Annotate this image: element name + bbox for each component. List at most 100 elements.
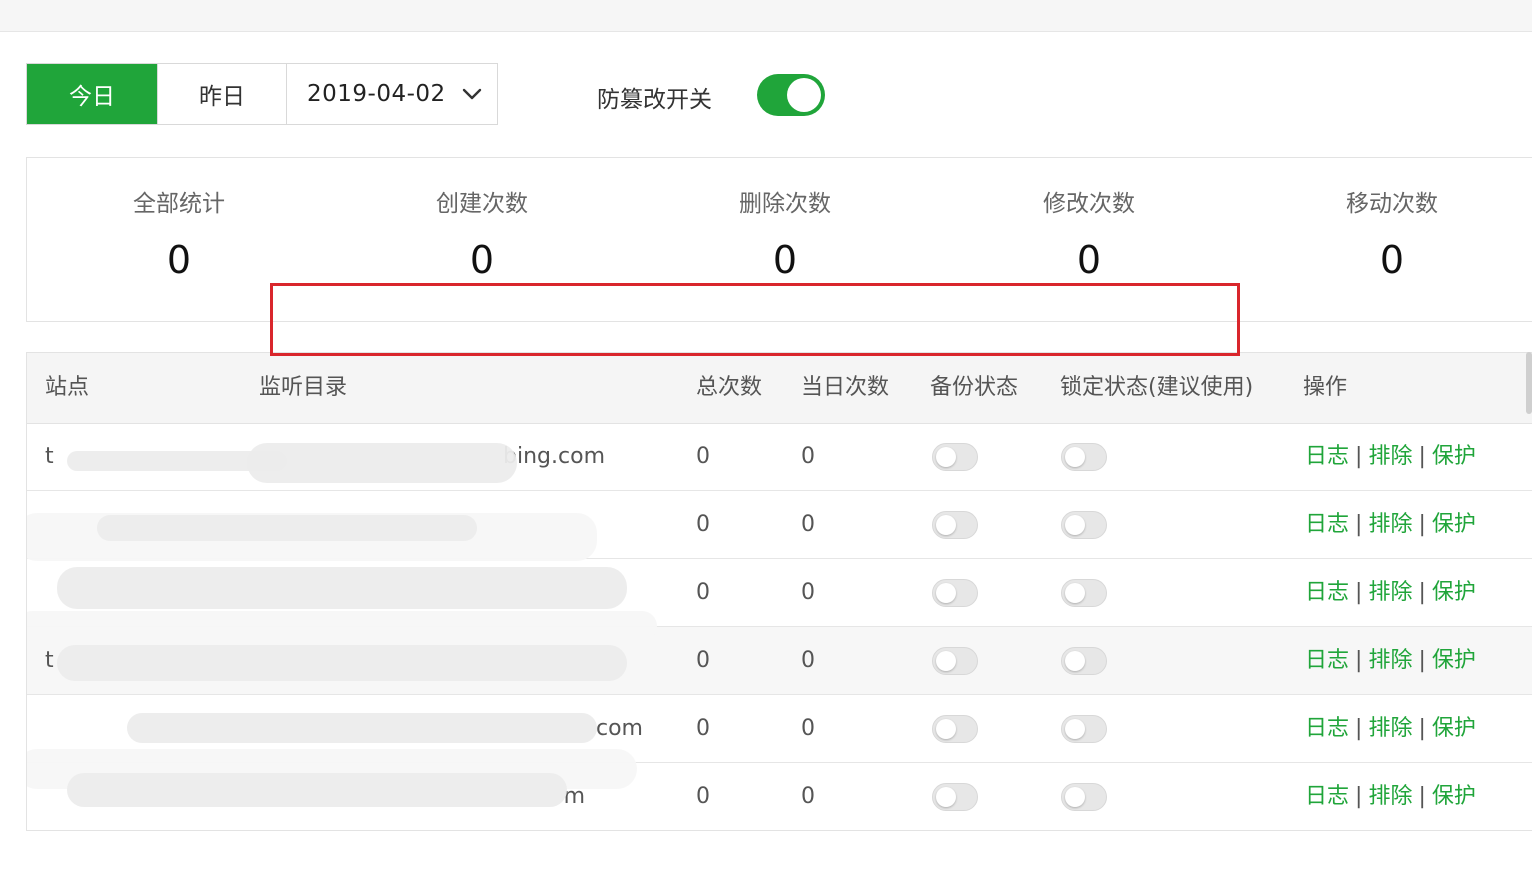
today-cell: 0 bbox=[801, 648, 815, 673]
backup-toggle[interactable] bbox=[932, 783, 978, 811]
row-actions: 日志 | 排除 | 保护 bbox=[1305, 763, 1476, 830]
th-site: 站点 bbox=[45, 375, 90, 400]
stat-delete: 删除次数 0 bbox=[635, 158, 935, 282]
separator: | bbox=[1355, 444, 1363, 469]
table-scrollbar[interactable] bbox=[1526, 352, 1532, 414]
redaction-mark bbox=[57, 567, 627, 609]
redaction-mark bbox=[127, 713, 597, 743]
lock-toggle[interactable] bbox=[1061, 443, 1107, 471]
highlight-box bbox=[270, 283, 1240, 356]
toggle-knob bbox=[936, 515, 956, 535]
stat-value: 0 bbox=[772, 238, 798, 282]
stat-total: 全部统计 0 bbox=[29, 158, 329, 282]
tamper-switch-label: 防篡改开关 bbox=[597, 87, 712, 113]
backup-toggle[interactable] bbox=[932, 579, 978, 607]
today-cell: 0 bbox=[801, 444, 815, 469]
date-picker[interactable]: 2019-04-02 bbox=[287, 64, 497, 124]
backup-toggle[interactable] bbox=[932, 511, 978, 539]
today-button[interactable]: 今日 bbox=[27, 64, 157, 124]
redaction-mark bbox=[97, 515, 477, 541]
backup-toggle[interactable] bbox=[932, 647, 978, 675]
row-actions: 日志 | 排除 | 保护 bbox=[1305, 423, 1476, 490]
backup-toggle[interactable] bbox=[932, 715, 978, 743]
today-cell: 0 bbox=[801, 512, 815, 537]
stat-modify: 修改次数 0 bbox=[939, 158, 1239, 282]
protect-link[interactable]: 保护 bbox=[1432, 716, 1476, 741]
protection-table: 站点 监听目录 总次数 当日次数 备份状态 锁定状态(建议使用) 操作 t bi… bbox=[26, 352, 1532, 831]
stat-value: 0 bbox=[1379, 238, 1405, 282]
log-link[interactable]: 日志 bbox=[1305, 444, 1349, 469]
stat-create: 创建次数 0 bbox=[332, 158, 632, 282]
log-link[interactable]: 日志 bbox=[1305, 716, 1349, 741]
date-value: 2019-04-02 bbox=[307, 81, 446, 107]
th-lock: 锁定状态(建议使用) bbox=[1060, 375, 1254, 400]
toggle-knob bbox=[1065, 787, 1085, 807]
log-link[interactable]: 日志 bbox=[1305, 512, 1349, 537]
exclude-link[interactable]: 排除 bbox=[1368, 716, 1412, 741]
protect-link[interactable]: 保护 bbox=[1432, 784, 1476, 809]
total-cell: 0 bbox=[696, 580, 710, 605]
stat-value: 0 bbox=[469, 238, 495, 282]
stat-value: 0 bbox=[1076, 238, 1102, 282]
exclude-link[interactable]: 排除 bbox=[1368, 580, 1412, 605]
today-cell: 0 bbox=[801, 580, 815, 605]
toggle-knob bbox=[936, 651, 956, 671]
row-actions: 日志 | 排除 | 保护 bbox=[1305, 491, 1476, 558]
switch-knob bbox=[787, 78, 821, 112]
toggle-knob bbox=[1065, 651, 1085, 671]
protect-link[interactable]: 保护 bbox=[1432, 444, 1476, 469]
log-link[interactable]: 日志 bbox=[1305, 648, 1349, 673]
toggle-knob bbox=[1065, 583, 1085, 603]
protect-link[interactable]: 保护 bbox=[1432, 512, 1476, 537]
row-actions: 日志 | 排除 | 保护 bbox=[1305, 695, 1476, 762]
total-cell: 0 bbox=[696, 716, 710, 741]
toggle-knob bbox=[936, 719, 956, 739]
log-link[interactable]: 日志 bbox=[1305, 784, 1349, 809]
redaction-mark bbox=[57, 645, 627, 681]
exclude-link[interactable]: 排除 bbox=[1368, 784, 1412, 809]
stat-value: 0 bbox=[166, 238, 192, 282]
today-cell: 0 bbox=[801, 784, 815, 809]
separator: | bbox=[1355, 580, 1363, 605]
redaction-mark bbox=[27, 611, 657, 641]
table-header: 站点 监听目录 总次数 当日次数 备份状态 锁定状态(建议使用) 操作 bbox=[27, 353, 1532, 424]
lock-toggle[interactable] bbox=[1061, 511, 1107, 539]
stat-label: 移动次数 bbox=[1346, 191, 1438, 217]
exclude-link[interactable]: 排除 bbox=[1368, 512, 1412, 537]
separator: | bbox=[1355, 716, 1363, 741]
redaction-mark bbox=[67, 773, 567, 807]
exclude-link[interactable]: 排除 bbox=[1368, 444, 1412, 469]
total-cell: 0 bbox=[696, 444, 710, 469]
toggle-knob bbox=[936, 583, 956, 603]
protect-link[interactable]: 保护 bbox=[1432, 648, 1476, 673]
toggle-knob bbox=[1065, 447, 1085, 467]
backup-toggle[interactable] bbox=[932, 443, 978, 471]
exclude-link[interactable]: 排除 bbox=[1368, 648, 1412, 673]
toggle-knob bbox=[936, 447, 956, 467]
separator: | bbox=[1355, 784, 1363, 809]
separator: | bbox=[1355, 648, 1363, 673]
separator: | bbox=[1418, 716, 1426, 741]
row-actions: 日志 | 排除 | 保护 bbox=[1305, 559, 1476, 626]
lock-toggle[interactable] bbox=[1061, 783, 1107, 811]
chevron-down-icon bbox=[462, 88, 481, 100]
lock-toggle[interactable] bbox=[1061, 579, 1107, 607]
total-cell: 0 bbox=[696, 512, 710, 537]
lock-toggle[interactable] bbox=[1061, 715, 1107, 743]
separator: | bbox=[1418, 512, 1426, 537]
protect-link[interactable]: 保护 bbox=[1432, 580, 1476, 605]
stat-label: 修改次数 bbox=[1043, 191, 1135, 217]
total-cell: 0 bbox=[696, 648, 710, 673]
tamper-protection-switch[interactable] bbox=[757, 74, 825, 116]
lock-toggle[interactable] bbox=[1061, 647, 1107, 675]
stat-label: 创建次数 bbox=[436, 191, 528, 217]
th-total: 总次数 bbox=[696, 375, 763, 400]
date-filter-group: 今日 昨日 2019-04-02 bbox=[26, 63, 498, 125]
th-ops: 操作 bbox=[1303, 375, 1348, 400]
separator: | bbox=[1355, 512, 1363, 537]
yesterday-button[interactable]: 昨日 bbox=[157, 64, 287, 124]
separator: | bbox=[1418, 648, 1426, 673]
separator: | bbox=[1418, 580, 1426, 605]
toggle-knob bbox=[936, 787, 956, 807]
log-link[interactable]: 日志 bbox=[1305, 580, 1349, 605]
